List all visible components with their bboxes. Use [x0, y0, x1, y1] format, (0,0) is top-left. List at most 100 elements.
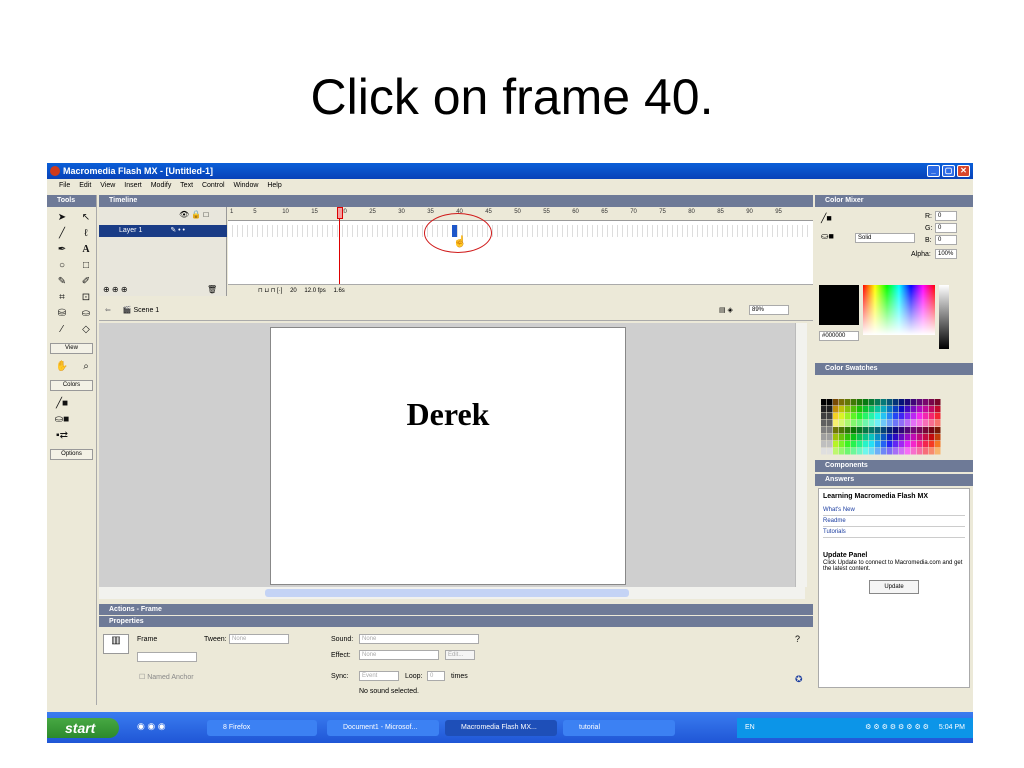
frames-area[interactable]: 1 5 10 15 20 25 30 35 40 45 50 55 60 65 70 75 80 85 90 95 ☝… — [228, 207, 813, 296]
swap-colors-icon[interactable]: ▪⇄ — [51, 429, 73, 443]
playhead[interactable] — [337, 207, 343, 296]
named-anchor-checkbox[interactable]: ☐ Named Anchor — [139, 673, 194, 681]
swatch[interactable] — [875, 448, 881, 455]
swatch[interactable] — [887, 441, 893, 448]
swatch[interactable] — [845, 427, 851, 434]
swatch[interactable] — [923, 406, 929, 413]
swatch[interactable] — [887, 399, 893, 406]
swatch[interactable] — [893, 427, 899, 434]
swatch[interactable] — [917, 427, 923, 434]
swatch[interactable] — [899, 406, 905, 413]
task-flash[interactable]: Macromedia Flash MX... — [445, 720, 557, 736]
scene-label[interactable]: Scene 1 — [134, 307, 160, 314]
lasso-tool-icon[interactable]: ℓ — [75, 227, 97, 241]
swatch[interactable] — [875, 441, 881, 448]
menu-view[interactable]: View — [100, 182, 115, 189]
swatch[interactable] — [839, 413, 845, 420]
onion-skin-icons[interactable]: ⊓ ⊔ ⊓ [·] — [258, 288, 282, 294]
swatch[interactable] — [875, 406, 881, 413]
readme-link[interactable]: Readme — [823, 516, 965, 527]
swatch[interactable] — [917, 399, 923, 406]
menu-window[interactable]: Window — [234, 182, 259, 189]
sound-select[interactable]: None — [359, 634, 479, 644]
swatch[interactable] — [857, 427, 863, 434]
free-transform-tool-icon[interactable]: ⌗ — [51, 291, 73, 305]
swatch[interactable] — [911, 427, 917, 434]
swatch[interactable] — [917, 441, 923, 448]
layer-visibility-icons[interactable]: 👁 🔒 □ — [179, 210, 208, 219]
scroll-thumb[interactable] — [265, 589, 629, 597]
accessibility-icon[interactable]: ✪ — [795, 674, 803, 685]
swatch[interactable] — [893, 399, 899, 406]
swatch[interactable] — [911, 434, 917, 441]
start-button[interactable]: start — [47, 718, 119, 738]
swatch[interactable] — [917, 406, 923, 413]
arrow-tool-icon[interactable]: ➤ — [51, 211, 73, 225]
swatch[interactable] — [863, 420, 869, 427]
swatch[interactable] — [935, 441, 941, 448]
swatch[interactable] — [821, 441, 827, 448]
swatch[interactable] — [857, 448, 863, 455]
answers-header[interactable]: Answers — [815, 474, 973, 486]
swatch[interactable] — [935, 448, 941, 455]
line-tool-icon[interactable]: ╱ — [51, 227, 73, 241]
swatch[interactable] — [827, 413, 833, 420]
swatch[interactable] — [839, 427, 845, 434]
swatch[interactable] — [839, 434, 845, 441]
quick-launch-icons[interactable]: ◉ ◉ ◉ — [137, 721, 166, 732]
swatch[interactable] — [923, 427, 929, 434]
stroke-color-icon[interactable]: ╱■ — [51, 397, 73, 411]
r-field[interactable]: 0 — [935, 211, 957, 221]
swatch[interactable] — [893, 413, 899, 420]
swatch[interactable] — [869, 406, 875, 413]
swatch[interactable] — [857, 434, 863, 441]
frame-ruler[interactable]: 1 5 10 15 20 25 30 35 40 45 50 55 60 65 70 75 80 85 90 95 — [228, 207, 813, 221]
paint-bucket-tool-icon[interactable]: ⛀ — [75, 307, 97, 321]
stage[interactable]: Derek — [270, 327, 626, 585]
actions-frame-header[interactable]: Actions - Frame — [99, 604, 813, 615]
swatch[interactable] — [923, 441, 929, 448]
swatch[interactable] — [821, 434, 827, 441]
zoom-select[interactable]: 89% — [749, 305, 789, 315]
swatch[interactable] — [863, 434, 869, 441]
swatch[interactable] — [899, 413, 905, 420]
swatch[interactable] — [881, 434, 887, 441]
language-indicator[interactable]: EN — [745, 718, 755, 738]
swatch[interactable] — [923, 399, 929, 406]
swatch[interactable] — [881, 427, 887, 434]
color-swatches-header[interactable]: Color Swatches — [815, 363, 973, 375]
swatch[interactable] — [851, 448, 857, 455]
swatch[interactable] — [929, 427, 935, 434]
swatch[interactable] — [905, 399, 911, 406]
menu-file[interactable]: File — [59, 182, 70, 189]
menu-insert[interactable]: Insert — [124, 182, 142, 189]
swatch[interactable] — [875, 399, 881, 406]
swatch[interactable] — [893, 406, 899, 413]
pen-tool-icon[interactable]: ✒ — [51, 243, 73, 257]
swatch[interactable] — [863, 399, 869, 406]
color-spectrum[interactable] — [863, 285, 935, 335]
subselect-tool-icon[interactable]: ↖ — [75, 211, 97, 225]
swatch[interactable] — [869, 434, 875, 441]
swatch[interactable] — [839, 448, 845, 455]
menu-text[interactable]: Text — [180, 182, 193, 189]
swatch[interactable] — [833, 448, 839, 455]
swatch[interactable] — [851, 434, 857, 441]
swatch[interactable] — [929, 399, 935, 406]
menu-modify[interactable]: Modify — [151, 182, 172, 189]
swatch[interactable] — [917, 420, 923, 427]
swatch[interactable] — [857, 441, 863, 448]
swatch[interactable] — [839, 441, 845, 448]
eraser-tool-icon[interactable]: ◇ — [75, 323, 97, 337]
stroke-color-icon[interactable]: ╱■ — [821, 213, 832, 224]
task-firefox[interactable]: 8 Firefox — [207, 720, 317, 736]
menu-edit[interactable]: Edit — [79, 182, 91, 189]
swatch[interactable] — [881, 441, 887, 448]
effect-select[interactable]: None — [359, 650, 439, 660]
swatch[interactable] — [845, 448, 851, 455]
swatch[interactable] — [905, 427, 911, 434]
swatch[interactable] — [845, 441, 851, 448]
swatch[interactable] — [851, 406, 857, 413]
alpha-field[interactable]: 100% — [935, 249, 957, 259]
stage-vertical-scrollbar[interactable] — [795, 323, 807, 587]
